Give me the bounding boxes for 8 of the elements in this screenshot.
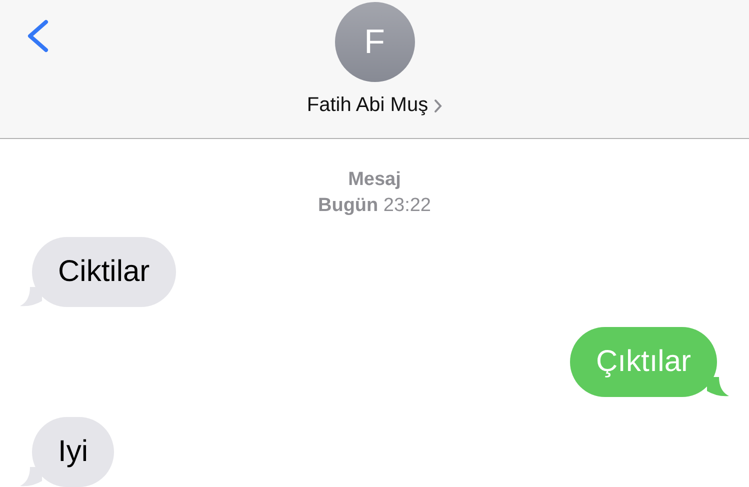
contact-name[interactable]: Fatih Abi Muş (306, 94, 428, 117)
service-label: Mesaj (348, 168, 401, 192)
message-bubble: Çıktılar (570, 327, 717, 397)
message-bubble: Ciktilar (32, 237, 176, 307)
timestamp: Bugün 23:22 (318, 194, 431, 218)
bubble-tail (707, 377, 729, 397)
message-bubble: Iyi (32, 417, 114, 487)
chevron-icon[interactable] (434, 98, 442, 112)
